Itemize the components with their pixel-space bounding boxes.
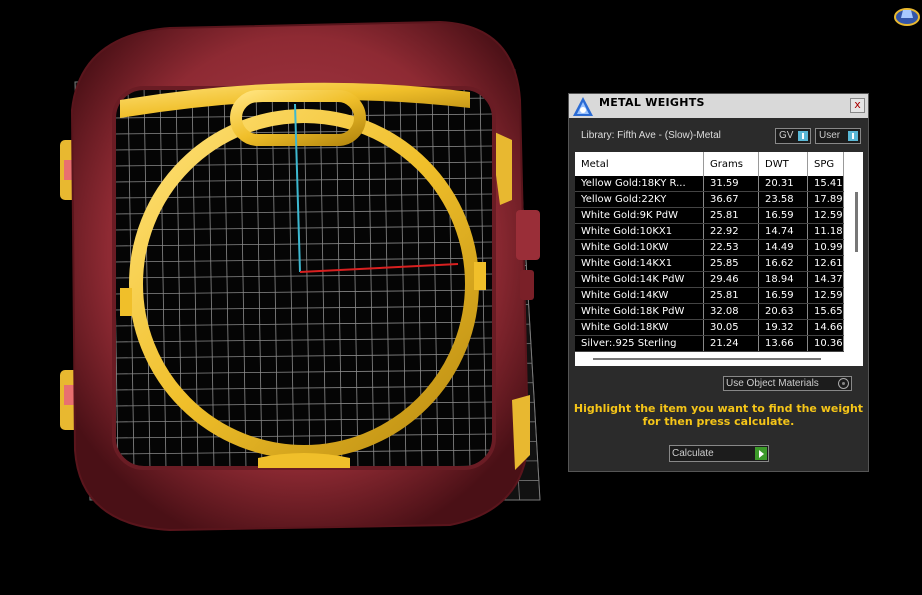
cell-grams: 25.85 (703, 255, 759, 272)
gv-toggle[interactable]: GV (775, 128, 811, 144)
cell-dwt: 23.58 (758, 191, 808, 208)
cell-grams: 22.53 (703, 239, 759, 256)
cell-grams: 32.08 (703, 303, 759, 320)
user-switch-icon (848, 131, 858, 141)
cell-metal: Yellow Gold:22KY (575, 191, 704, 208)
cell-dwt: 16.59 (758, 287, 808, 304)
user-toggle[interactable]: User (815, 128, 861, 144)
cell-metal: White Gold:18K PdW (575, 303, 704, 320)
cell-metal: White Gold:14KX1 (575, 255, 704, 272)
cell-dwt: 18.94 (758, 271, 808, 288)
navigation-cube-icon[interactable] (893, 4, 921, 28)
cell-grams: 25.81 (703, 207, 759, 224)
table-row[interactable]: White Gold:10KX1 22.92 14.74 11.18 (575, 223, 844, 240)
cell-spg: 15.65 (807, 303, 844, 320)
cell-grams: 22.92 (703, 223, 759, 240)
cell-metal: White Gold:10KW (575, 239, 704, 256)
cell-spg: 12.59 (807, 287, 844, 304)
cell-grams: 29.46 (703, 271, 759, 288)
vertical-scrollbar[interactable] (851, 152, 863, 352)
metal-table: Metal Grams DWT SPG Yellow Gold:18KY R..… (575, 152, 863, 366)
horizontal-scroll-thumb[interactable] (593, 358, 821, 360)
cell-metal: White Gold:14KW (575, 287, 704, 304)
table-row[interactable]: White Gold:18K PdW 32.08 20.63 15.65 (575, 303, 844, 320)
instruction-line-2: for then press calculate. (642, 415, 795, 428)
cell-spg: 12.61 (807, 255, 844, 272)
cell-grams: 25.81 (703, 287, 759, 304)
table-row[interactable]: White Gold:14K PdW 29.46 18.94 14.37 (575, 271, 844, 288)
instruction-text: Highlight the item you want to find the … (569, 402, 868, 428)
horizontal-scrollbar[interactable] (575, 352, 851, 366)
calculate-label: Calculate (672, 448, 714, 459)
close-button[interactable]: x (850, 98, 865, 113)
vertical-scroll-thumb[interactable] (855, 192, 858, 252)
cell-metal: White Gold:10KX1 (575, 223, 704, 240)
cell-dwt: 14.74 (758, 223, 808, 240)
cell-dwt: 16.59 (758, 207, 808, 224)
library-label: Library: Fifth Ave - (Slow)-Metal (581, 130, 721, 141)
cell-metal: White Gold:14K PdW (575, 271, 704, 288)
table-row[interactable]: White Gold:18KW 30.05 19.32 14.66 (575, 319, 844, 336)
cell-dwt: 19.32 (758, 319, 808, 336)
column-header-dwt[interactable]: DWT (758, 152, 808, 176)
use-object-materials-label: Use Object Materials (726, 378, 819, 389)
table-row[interactable]: Yellow Gold:22KY 36.67 23.58 17.89 (575, 191, 844, 208)
table-row[interactable]: Silver:.925 Sterling 21.24 13.66 10.36 (575, 335, 844, 352)
cell-dwt: 14.49 (758, 239, 808, 256)
cell-spg: 11.18 (807, 223, 844, 240)
cell-spg: 10.99 (807, 239, 844, 256)
table-row[interactable]: Yellow Gold:18KY R... 31.59 20.31 15.41 (575, 176, 844, 192)
metal-weights-logo-icon (573, 97, 593, 116)
cell-dwt: 13.66 (758, 335, 808, 352)
panel-titlebar[interactable]: METAL WEIGHTS x (569, 94, 868, 118)
user-label: User (819, 130, 841, 141)
cell-metal: Silver:.925 Sterling (575, 335, 704, 352)
table-row[interactable]: White Gold:9K PdW 25.81 16.59 12.59 (575, 207, 844, 224)
column-header-spg[interactable]: SPG (807, 152, 844, 176)
column-header-metal[interactable]: Metal (575, 152, 704, 176)
cell-metal: White Gold:18KW (575, 319, 704, 336)
table-row[interactable]: White Gold:14KW 25.81 16.59 12.59 (575, 287, 844, 304)
cell-grams: 30.05 (703, 319, 759, 336)
table-row[interactable]: White Gold:14KX1 25.85 16.62 12.61 (575, 255, 844, 272)
calculate-button[interactable]: Calculate (669, 445, 769, 462)
cell-dwt: 20.63 (758, 303, 808, 320)
gv-switch-icon (798, 131, 808, 141)
column-header-grams[interactable]: Grams (703, 152, 759, 176)
cell-dwt: 20.31 (758, 176, 808, 192)
cell-grams: 21.24 (703, 335, 759, 352)
use-object-materials-option[interactable]: Use Object Materials (723, 376, 852, 391)
panel-title: METAL WEIGHTS (599, 96, 705, 109)
instruction-line-1: Highlight the item you want to find the … (573, 402, 864, 415)
radio-icon[interactable] (838, 378, 849, 389)
gv-label: GV (779, 130, 794, 141)
cell-spg: 10.36 (807, 335, 844, 352)
cell-dwt: 16.62 (758, 255, 808, 272)
cell-spg: 14.66 (807, 319, 844, 336)
cell-metal: White Gold:9K PdW (575, 207, 704, 224)
cell-metal: Yellow Gold:18KY R... (575, 176, 704, 192)
table-header: Metal Grams DWT SPG (575, 152, 844, 176)
cell-spg: 17.89 (807, 191, 844, 208)
table-row[interactable]: White Gold:10KW 22.53 14.49 10.99 (575, 239, 844, 256)
cell-spg: 14.37 (807, 271, 844, 288)
play-arrow-icon (755, 447, 767, 460)
cell-spg: 15.41 (807, 176, 844, 192)
cell-grams: 36.67 (703, 191, 759, 208)
metal-weights-panel: METAL WEIGHTS x Library: Fifth Ave - (Sl… (568, 93, 869, 472)
cell-grams: 31.59 (703, 176, 759, 192)
cell-spg: 12.59 (807, 207, 844, 224)
